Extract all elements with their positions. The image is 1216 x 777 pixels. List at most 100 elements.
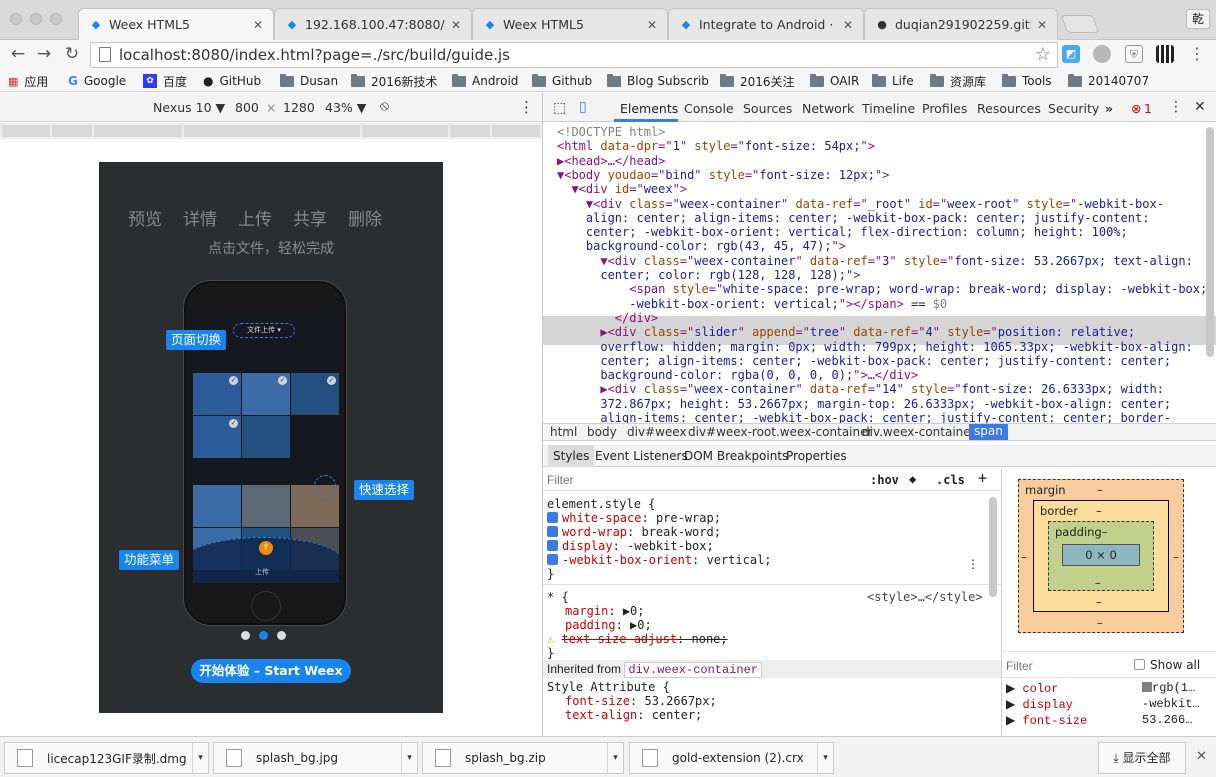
dom-node-line[interactable]: center; color: rgb(128, 128, 128);"> <box>557 268 860 282</box>
dom-node-line[interactable]: 372.867px; height: 53.2667px; margin-top… <box>557 397 1171 411</box>
download-menu-chevron-icon[interactable]: ▾ <box>817 743 833 773</box>
style-prop[interactable]: text-align: center; <box>565 708 702 722</box>
box-content[interactable]: 0 × 0 <box>1062 544 1140 566</box>
bookmark-star-icon[interactable]: ☆ <box>1035 43 1051 67</box>
chrome-menu-icon[interactable]: ⋮ <box>1188 45 1206 63</box>
dom-node-line[interactable]: background-color: rgb(43, 45, 47);"> <box>557 239 846 253</box>
class-toggle[interactable]: .cls <box>936 473 965 487</box>
more-tabs-chevron-icon[interactable]: » <box>1105 101 1113 116</box>
color-format-icon[interactable]: ◆ <box>909 472 916 486</box>
forward-arrow-icon[interactable]: → <box>34 44 54 64</box>
dom-node-line[interactable]: -webkit-box-orient: vertical;"></span> =… <box>557 297 947 311</box>
bookmark-google[interactable]: G Google <box>68 73 126 89</box>
style-prop[interactable]: margin: ▶0; <box>565 604 645 618</box>
checkbox-icon[interactable] <box>547 540 558 551</box>
computed-row[interactable]: ▶ font-size <box>1006 713 1087 728</box>
dom-node-line[interactable]: ▶<div class="weex-container" data-ref="1… <box>557 382 1164 396</box>
device-mode-icon[interactable]: ▯ <box>579 99 587 115</box>
download-menu-chevron-icon[interactable]: ▾ <box>401 743 417 773</box>
bookmark-folder[interactable]: Tools <box>1002 73 1052 89</box>
dom-node-line[interactable]: center; -webkit-box-orient: vertical; fl… <box>557 225 1128 239</box>
menu-item-details[interactable]: 详情 <box>183 205 217 230</box>
download-menu-chevron-icon[interactable]: ▾ <box>607 743 623 773</box>
device-width-field[interactable]: 800 <box>235 100 259 115</box>
dom-node-line[interactable]: <!DOCTYPE html> <box>557 125 665 139</box>
computed-filter-input[interactable] <box>1006 659 1116 673</box>
inherited-node-link[interactable]: div.weex-container <box>624 662 763 678</box>
crumb-body[interactable]: body <box>587 425 617 439</box>
dom-node-line[interactable]: </div> <box>557 311 658 325</box>
extension-icon[interactable]: ◩ <box>1062 45 1080 63</box>
dom-node-line[interactable]: ▼<div id="weex"> <box>557 182 687 196</box>
back-arrow-icon[interactable]: ← <box>8 44 28 64</box>
download-item[interactable]: licecap123GIF录制.dmg ▾ <box>4 742 209 774</box>
browser-tab[interactable]: ◆ 192.168.100.47:8080/src ✕ <box>274 8 472 40</box>
dom-node-line[interactable]: ▶<head>…</head> <box>557 154 665 168</box>
style-prop[interactable]: font-size: 53.2667px; <box>565 694 717 708</box>
menu-item-upload[interactable]: 上传 <box>238 205 272 230</box>
device-select[interactable]: Nexus 10 ▼ <box>153 100 225 115</box>
device-height-field[interactable]: 1280 <box>283 100 315 115</box>
dom-node-line[interactable]: ▼<div class="weex-container" data-ref="3… <box>557 254 1192 268</box>
new-rule-button[interactable]: + <box>978 470 987 485</box>
tab-timeline[interactable]: Timeline <box>862 101 915 116</box>
crumb-span[interactable]: span <box>969 424 1008 440</box>
stylesheet-link[interactable]: <style>…</style> <box>867 590 983 604</box>
style-prop[interactable]: word-wrap: break-word; <box>547 525 721 539</box>
style-prop[interactable]: -webkit-box-orient: vertical; <box>547 553 772 567</box>
close-tab-icon[interactable]: ✕ <box>253 18 263 32</box>
hover-state-toggle[interactable]: :hov <box>870 473 899 487</box>
download-item[interactable]: splash_bg.zip ▾ <box>422 742 624 774</box>
zoom-select[interactable]: 43% ▼ <box>325 100 366 115</box>
dom-node-line[interactable]: ▶<div class="slider" append="tree" data-… <box>557 325 1135 339</box>
box-border[interactable]: border – – padding– – 0 × 0 <box>1033 500 1169 612</box>
close-tab-icon[interactable]: ✕ <box>1037 18 1047 32</box>
address-bar[interactable]: localhost:8080/index.html?page=./src/bui… <box>90 42 1058 68</box>
style-prop-invalid[interactable]: ⚠ text-size-adjust: none; <box>547 632 728 646</box>
bookmark-folder[interactable]: Dusan <box>280 73 338 89</box>
tab-resources[interactable]: Resources <box>977 101 1041 116</box>
error-icon[interactable]: ⊗ <box>1131 101 1141 116</box>
media-query-ruler[interactable] <box>0 123 542 139</box>
dom-node-line[interactable]: align: center; align-items: center; -web… <box>557 211 1150 225</box>
pager-dot-active[interactable] <box>259 631 268 640</box>
box-margin[interactable]: margin – – – – border – – padding– – 0 ×… <box>1018 479 1184 633</box>
bookmark-folder[interactable]: 20140707 <box>1068 73 1149 89</box>
pager-dot[interactable] <box>241 631 250 640</box>
tab-sources[interactable]: Sources <box>743 101 792 116</box>
dom-node-line[interactable]: ▼<div class="weex-container" data-ref="_… <box>557 197 1164 211</box>
close-tab-icon[interactable]: ✕ <box>451 18 461 32</box>
checkbox-icon[interactable] <box>547 554 558 565</box>
bookmark-folder[interactable]: Blog Subscrib <box>607 73 709 89</box>
tab-network[interactable]: Network <box>802 101 854 116</box>
checkbox-icon[interactable] <box>547 512 558 523</box>
dom-node-line[interactable]: center; align-items: center; -webkit-box… <box>557 354 1171 368</box>
devtools-menu-icon[interactable]: ⋮ <box>1169 99 1183 115</box>
show-all-checkbox[interactable] <box>1134 659 1145 670</box>
dom-scrollbar[interactable] <box>1206 127 1214 357</box>
tab-profiles[interactable]: Profiles <box>922 101 967 116</box>
bookmark-folder[interactable]: 2016新技术 <box>351 73 438 89</box>
bookmark-folder[interactable]: 资源库 <box>930 73 986 89</box>
crumb-weex-root[interactable]: div#weex-root.weex-container <box>688 425 872 439</box>
dom-node-line[interactable]: ▼<body youdao="bind" style="font-size: 1… <box>557 168 889 182</box>
box-padding[interactable]: padding– – 0 × 0 <box>1048 521 1154 591</box>
computed-row[interactable]: ▶ display <box>1006 697 1073 712</box>
download-item[interactable]: splash_bg.jpg ▾ <box>213 742 418 774</box>
download-item[interactable]: gold-extension (2).crx ▾ <box>629 742 834 774</box>
styles-filter-input[interactable] <box>547 473 727 487</box>
profile-button[interactable]: 乾 <box>1186 9 1210 29</box>
dom-node-line[interactable]: <html data-dpr="1" style="font-size: 54p… <box>557 139 875 153</box>
start-weex-button[interactable]: 开始体验 – Start Weex <box>191 659 351 683</box>
bookmark-folder[interactable]: Android <box>452 73 518 89</box>
dom-node-line[interactable]: overflow: hidden; margin: 0px; width: 79… <box>557 340 1192 354</box>
extension-globe-icon[interactable] <box>1093 45 1111 63</box>
bookmark-folder[interactable]: Github <box>532 73 592 89</box>
minimize-window-button[interactable] <box>30 13 42 25</box>
bookmark-folder[interactable]: 2016关注 <box>720 73 795 89</box>
bookmark-github[interactable]: ● GitHub <box>203 73 261 89</box>
browser-tab[interactable]: ◆ Weex HTML5 ✕ <box>78 8 274 40</box>
close-tab-icon[interactable]: ✕ <box>647 18 657 32</box>
new-tab-button[interactable] <box>1060 15 1100 33</box>
pager-dot[interactable] <box>277 631 286 640</box>
